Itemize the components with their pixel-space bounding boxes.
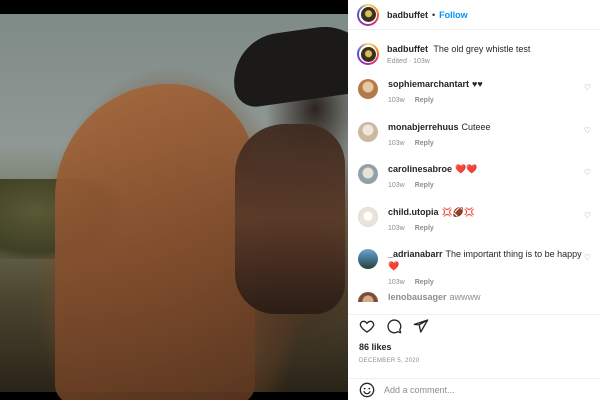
comment-item: _adrianabarr The important thing is to be… — [348, 248, 600, 291]
caption-username[interactable]: badbuffet — [387, 44, 428, 54]
comment-item: sophiemarchantart ♥♥ 103w Reply ♡ — [348, 78, 600, 121]
post-actions — [348, 314, 600, 336]
small-heart-icon[interactable]: ♡ — [584, 126, 591, 135]
comment-age: 103w — [388, 97, 405, 104]
post-side-panel: badbuffet • Follow badbuffet The old gre… — [348, 0, 600, 400]
comment-item: carolinesabroe ❤️❤️ 103w Reply ♡ — [348, 163, 600, 206]
photo-cap — [227, 20, 348, 110]
commenter-avatar[interactable] — [358, 291, 378, 302]
comment-text: 💢🏈💢 — [441, 206, 476, 217]
author-avatar[interactable] — [357, 3, 379, 26]
commenter-username[interactable]: monabjerrehuus — [388, 122, 459, 132]
small-heart-icon[interactable]: ♡ — [584, 83, 591, 92]
comment-item: monabjerrehuus Cuteee 103w Reply ♡ — [348, 121, 600, 164]
comment-item: lenobausager awwww — [348, 291, 600, 302]
reply-button[interactable]: Reply — [415, 182, 434, 189]
reply-button[interactable]: Reply — [415, 140, 434, 147]
author-username[interactable]: badbuffet — [387, 10, 428, 20]
comment-text: awwww — [449, 291, 481, 302]
post-media-pane — [0, 0, 348, 400]
commenter-username[interactable]: carolinesabroe — [388, 164, 452, 174]
commenter-username[interactable]: child.utopia — [388, 207, 439, 217]
heart-outline-icon[interactable] — [359, 318, 375, 334]
comment-item: child.utopia 💢🏈💢 103w Reply ♡ — [348, 206, 600, 249]
commenter-username[interactable]: sophiemarchantart — [388, 79, 469, 89]
post-photo[interactable] — [0, 14, 348, 400]
reply-button[interactable]: Reply — [415, 97, 434, 104]
comment-text: ♥♥ — [472, 79, 483, 89]
smiley-face-icon[interactable] — [359, 382, 375, 398]
comment-age: 103w — [388, 224, 405, 232]
add-comment-bar — [348, 378, 600, 400]
comment-age: 103w — [388, 279, 405, 286]
commenter-avatar[interactable] — [358, 121, 378, 142]
small-heart-icon[interactable]: ♡ — [584, 211, 591, 220]
add-comment-input[interactable] — [384, 384, 584, 395]
comment-text: Cuteee — [461, 121, 491, 132]
post-date: DECEMBER 5, 2020 — [359, 358, 420, 364]
commenter-avatar[interactable] — [358, 206, 378, 227]
comment-age: 103w — [388, 182, 405, 189]
comment-bubble-icon[interactable] — [386, 318, 402, 334]
commenter-avatar[interactable] — [358, 249, 378, 269]
likes-count[interactable]: 86 likes — [359, 342, 392, 352]
photo-hair — [55, 84, 255, 400]
photo-face — [235, 124, 345, 314]
caption-text: The old grey whistle test — [433, 44, 531, 54]
reply-button[interactable]: Reply — [415, 225, 434, 232]
paper-plane-icon[interactable] — [413, 318, 429, 334]
comment-age: 103w — [388, 139, 405, 147]
header-separator: • — [432, 9, 436, 20]
small-heart-icon[interactable]: ♡ — [584, 168, 591, 177]
post-caption: badbuffet The old grey whistle test Edit… — [348, 36, 600, 78]
small-heart-icon[interactable]: ♡ — [584, 253, 591, 262]
reply-button[interactable]: Reply — [415, 279, 434, 286]
commenter-username[interactable]: _adrianabarr — [388, 249, 443, 259]
comments-list[interactable]: badbuffet The old grey whistle test Edit… — [348, 36, 600, 302]
caption-meta: Edited · 103w — [387, 58, 430, 65]
commenter-username[interactable]: lenobausager — [388, 292, 447, 302]
post-header: badbuffet • Follow — [348, 0, 600, 30]
caption-avatar[interactable] — [357, 43, 379, 65]
commenter-avatar[interactable] — [358, 164, 378, 184]
follow-button[interactable]: Follow — [439, 10, 468, 20]
commenter-avatar[interactable] — [358, 79, 378, 99]
comment-text: ❤️❤️ — [455, 164, 478, 174]
